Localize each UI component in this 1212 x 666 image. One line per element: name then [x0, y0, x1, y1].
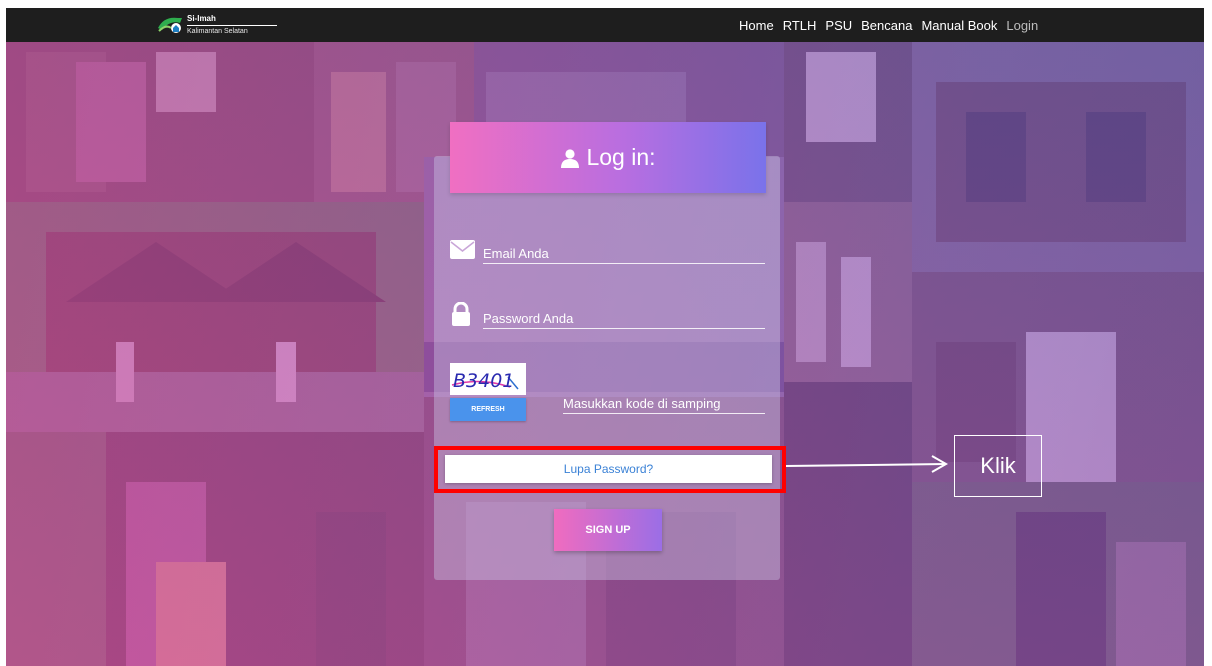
user-icon — [561, 148, 580, 168]
page-frame: Si-Imah Kalimantan Selatan Home RTLH PSU… — [6, 8, 1204, 666]
password-input[interactable] — [483, 309, 763, 327]
email-input[interactable] — [483, 244, 763, 262]
captcha-refresh-button[interactable]: REFRESH — [450, 398, 526, 421]
brand[interactable]: Si-Imah Kalimantan Selatan — [156, 11, 277, 39]
nav-menu: Home RTLH PSU Bencana Manual Book Login — [739, 8, 1038, 42]
forgot-password-button[interactable]: Lupa Password? — [445, 455, 772, 483]
login-header: Log in: — [450, 122, 766, 193]
nav-home[interactable]: Home — [739, 18, 774, 33]
password-underline — [483, 328, 765, 329]
brand-name: Si-Imah — [187, 15, 277, 26]
captcha-image: B3401 — [450, 363, 526, 395]
nav-psu[interactable]: PSU — [825, 18, 852, 33]
login-title: Log in: — [586, 144, 656, 170]
lock-icon — [452, 302, 470, 326]
nav-rtlh[interactable]: RTLH — [783, 18, 817, 33]
captcha-input[interactable] — [563, 394, 763, 412]
annotation-label: Klik — [954, 435, 1042, 497]
envelope-icon — [450, 240, 475, 259]
captcha-graphic: B3401 — [451, 370, 519, 392]
nav-manual-book[interactable]: Manual Book — [921, 18, 997, 33]
email-underline — [483, 263, 765, 264]
captcha-underline — [563, 413, 765, 414]
nav-bencana[interactable]: Bencana — [861, 18, 912, 33]
captcha-text: B3401 — [453, 370, 514, 392]
nav-login[interactable]: Login — [1006, 18, 1038, 33]
brand-subtitle: Kalimantan Selatan — [187, 28, 248, 35]
top-navbar: Si-Imah Kalimantan Selatan Home RTLH PSU… — [6, 8, 1204, 42]
arrow-right-icon — [786, 455, 949, 473]
brand-logo-icon — [158, 17, 182, 33]
signup-button[interactable]: SIGN UP — [554, 509, 662, 551]
